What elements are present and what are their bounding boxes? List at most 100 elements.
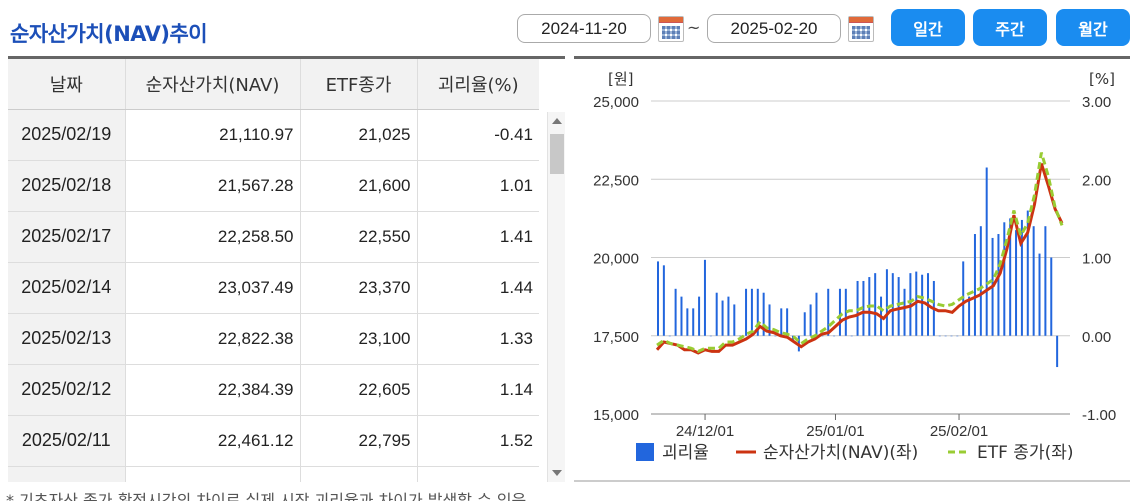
deviation-bar [733, 304, 736, 336]
cell-nav: 23,037.49 [125, 262, 301, 314]
col-date: 날짜 [8, 59, 126, 110]
daily-button[interactable]: 일간 [891, 9, 965, 46]
deviation-bar [662, 265, 665, 336]
deviation-bar [1032, 226, 1035, 336]
table-row: 2025/02/10 [8, 466, 539, 482]
cell-date: 2025/02/13 [8, 313, 126, 365]
deviation-bar [774, 335, 777, 337]
deviation-bar [715, 292, 718, 336]
y-right-tick-label: 1.00 [1082, 251, 1111, 268]
cell-etf-close: 23,370 [300, 262, 418, 314]
deviation-bar [674, 288, 677, 336]
cell-nav: 22,258.50 [125, 211, 301, 263]
cell-deviation: 1.33 [417, 313, 539, 365]
legend-nav-label: 순자산가치(NAV)(좌) [763, 443, 918, 463]
y-right-tick-label: 3.00 [1082, 94, 1111, 111]
calendar-icon[interactable] [848, 16, 874, 42]
table-row: 2025/02/19 21,110.97 21,025 -0.41 [8, 109, 539, 161]
deviation-bar [657, 261, 659, 336]
deviation-bar [827, 288, 830, 336]
deviation-bar [979, 226, 982, 336]
deviation-bar [833, 335, 836, 337]
x-tick-label: 25/02/01 [930, 423, 988, 440]
deviation-bar [803, 312, 806, 336]
table-row: 2025/02/14 23,037.49 23,370 1.44 [8, 262, 539, 314]
deviation-bar [903, 288, 906, 336]
cell-nav: 22,384.39 [125, 364, 301, 416]
x-tick-label: 25/01/01 [806, 423, 864, 440]
table-row: 2025/02/17 22,258.50 22,550 1.41 [8, 211, 539, 263]
table-row: 2025/02/11 22,461.12 22,795 1.52 [8, 415, 539, 467]
cell-date: 2025/02/14 [8, 262, 126, 314]
table-row: 2025/02/12 22,384.39 22,605 1.14 [8, 364, 539, 416]
deviation-bar [1020, 219, 1023, 336]
y-left-tick-label: 20,000 [593, 251, 639, 268]
cell-nav: 21,110.97 [125, 109, 301, 161]
deviation-bar [1044, 226, 1047, 336]
cell-nav: 22,822.38 [125, 313, 301, 365]
x-tick-label: 24/12/01 [676, 423, 734, 440]
table-scrollbar[interactable] [547, 112, 565, 482]
cell-date: 2025/02/11 [8, 415, 126, 467]
deviation-bar [727, 296, 730, 336]
y-left-tick-label: 17,500 [593, 329, 639, 346]
deviation-bar [1015, 230, 1018, 336]
y-right-tick-label: -1.00 [1082, 407, 1116, 424]
col-nav: 순자산가치(NAV) [125, 59, 301, 110]
cell-deviation: 1.52 [417, 415, 539, 467]
deviation-bar [938, 335, 941, 337]
deviation-bar [745, 288, 748, 336]
deviation-bar [815, 292, 818, 336]
cell-etf-close [300, 466, 418, 482]
deviation-bar [680, 296, 683, 336]
table-row: 2025/02/13 22,822.38 23,100 1.33 [8, 313, 539, 365]
date-separator: ~ [687, 18, 701, 37]
scroll-up-icon[interactable] [552, 118, 562, 124]
legend-etf-label: ETF 종가(좌) [977, 443, 1074, 463]
start-date-input[interactable]: 2024-11-20 [517, 14, 651, 43]
y-left-unit: [원] [608, 70, 634, 88]
weekly-button[interactable]: 주간 [973, 9, 1047, 46]
deviation-bar [838, 288, 841, 336]
deviation-bar [968, 296, 971, 336]
cell-deviation: 1.41 [417, 211, 539, 263]
cell-nav: 22,461.12 [125, 415, 301, 467]
deviation-bar [709, 335, 712, 337]
deviation-bar [698, 296, 701, 336]
deviation-bar [897, 277, 900, 336]
cell-date: 2025/02/10 [8, 466, 126, 482]
y-left-tick-label: 22,500 [593, 172, 639, 189]
nav-chart: 25,000 22,500 20,000 17,500 15,000 3.00 2.00 1.… [574, 56, 1130, 482]
deviation-bar [944, 335, 947, 337]
deviation-bar [973, 234, 976, 336]
deviation-bar [809, 304, 812, 336]
cell-date: 2025/02/19 [8, 109, 126, 161]
deviation-bar [997, 234, 1000, 336]
calendar-icon[interactable] [658, 16, 684, 42]
scroll-down-icon[interactable] [552, 470, 562, 476]
cell-etf-close: 22,605 [300, 364, 418, 416]
cell-date: 2025/02/18 [8, 160, 126, 212]
page-title: 순자산가치(NAV)추이 [10, 22, 208, 46]
deviation-bar [885, 269, 888, 336]
cell-deviation: 1.44 [417, 262, 539, 314]
y-left-tick-label: 15,000 [593, 407, 639, 424]
y-right-unit: [%] [1089, 70, 1115, 88]
deviation-bar [874, 273, 877, 336]
end-date-input[interactable]: 2025-02-20 [707, 14, 841, 43]
scroll-thumb[interactable] [550, 134, 564, 174]
cell-deviation: 1.14 [417, 364, 539, 416]
deviation-bar [668, 335, 671, 337]
cell-deviation: -0.41 [417, 109, 539, 161]
legend-bar-label: 괴리율 [662, 443, 709, 463]
deviation-bar [956, 335, 959, 337]
y-right-tick-label: 0.00 [1082, 329, 1111, 346]
y-right-tick-label: 2.00 [1082, 172, 1111, 189]
nav-line [655, 163, 1064, 355]
deviation-bar [1050, 257, 1053, 336]
deviation-bar [850, 335, 853, 337]
cell-deviation: 1.01 [417, 160, 539, 212]
monthly-button[interactable]: 월간 [1056, 9, 1130, 46]
legend-bar-swatch [636, 443, 654, 461]
col-deviation: 괴리율(%) [417, 59, 539, 110]
